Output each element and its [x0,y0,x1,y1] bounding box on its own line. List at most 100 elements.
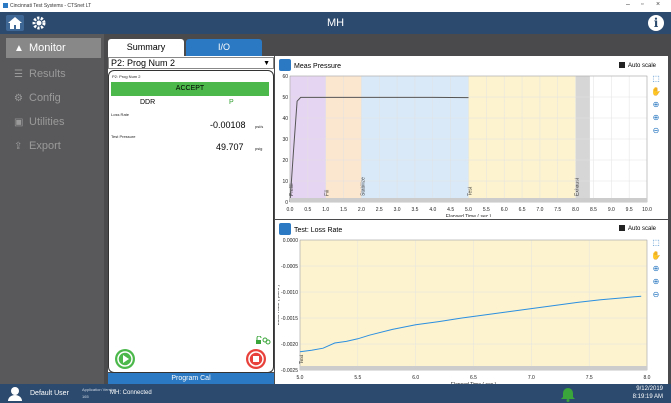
sidebar-item-results[interactable]: ☰ Results [6,64,101,84]
y-tick-label: 10 [282,179,288,185]
loss-rate-label: Loss Rate [111,112,130,117]
y-tick-label: 0.0000 [283,238,299,244]
checkbox-checked-icon [619,225,625,231]
sidebar-item-label: Config [29,92,61,104]
sidebar-item-label: Monitor [29,42,66,54]
program-cal-button[interactable]: Program Cal [108,373,274,384]
close-button[interactable]: × [656,1,660,8]
x-tick-label: 5.0 [297,375,304,381]
select-zoom-icon[interactable]: ⬚ [651,74,661,84]
x-tick-label: 9.5 [626,207,633,213]
app-icon [3,3,8,8]
x-tick-label: 0.5 [304,207,311,213]
zoom-out-icon[interactable]: ⊖ [651,126,661,136]
sidebar-item-export[interactable]: ⇪ Export [6,136,101,156]
tab-summary[interactable]: Summary [108,39,184,56]
x-tick-label: 9.0 [608,207,615,213]
auto-scale-toggle[interactable]: Auto scale [619,62,656,69]
sidebar-item-monitor[interactable]: ▲ Monitor [6,38,101,58]
auto-scale-label: Auto scale [628,63,657,69]
x-tick-label: 6.0 [412,375,419,381]
restore-button[interactable]: ▫ [641,1,643,8]
user-name: Default User [30,390,69,397]
program-select[interactable]: P2: Prog Num 2 ▼ [108,57,274,69]
sidebar-item-utilities[interactable]: ▣ Utilities [6,112,101,132]
zoom-in-icon[interactable]: ⊕ [651,264,661,274]
x-tick-label: 4.0 [429,207,436,213]
y-tick-label: 20 [282,158,288,164]
auto-scale-label: Auto scale [628,226,657,232]
window-title: Cincinnati Test Systems - CTSnet LT [10,3,92,9]
y-tick-label: 30 [282,137,288,143]
pressure-chart: Prefill Fill Stabilize Test Exhaust0.0 0.5 1.0… [282,74,652,217]
lock-link-icons [256,336,271,345]
zoom-out-icon[interactable]: ⊖ [651,290,661,300]
y-tick-label: -0.0015 [281,316,298,322]
test-pressure-unit: psig [255,146,263,151]
start-button[interactable] [115,349,135,369]
pan-hand-icon[interactable]: ✋ [651,87,661,97]
y-tick-label: 40 [282,116,288,122]
y-tick-label: 50 [282,95,288,101]
select-zoom-icon[interactable]: ⬚ [651,238,661,248]
connection-status: MH: Connected [110,390,152,396]
x-tick-label: 7.5 [554,207,561,213]
x-tick-label: 2.5 [376,207,383,213]
y-tick-label: -0.0020 [281,342,298,348]
date: 9/12/2019 [636,386,663,392]
x-tick-label: 5.0 [465,207,472,213]
test-pressure-value: 49.707 [216,142,244,152]
zoom-fit-icon[interactable]: ⊕ [651,113,661,123]
y-tick-label: -0.0025 [281,368,298,374]
x-tick-label: 2.0 [358,207,365,213]
x-tick-label: 5.5 [354,375,361,381]
x-axis-label: Elapsed Time ( sec ) [446,214,492,217]
zoom-in-icon[interactable]: ⊕ [651,100,661,110]
notification-bell-icon[interactable] [560,386,576,402]
program-select-value: P2: Prog Num 2 [111,58,176,68]
x-scrollbar [290,198,647,202]
stop-button[interactable] [246,349,266,369]
x-tick-label: 6.5 [519,207,526,213]
x-tick-label: 7.5 [586,375,593,381]
sidebar-item-label: Export [29,140,61,152]
chevron-down-icon: ▼ [263,60,270,67]
x-tick-label: 8.0 [572,207,579,213]
zoom-fit-icon[interactable]: ⊕ [651,277,661,287]
pan-hand-icon[interactable]: ✋ [651,251,661,261]
link-icon [262,337,271,345]
chart-icon [279,59,291,71]
x-tick-label: 8.0 [644,375,651,381]
tab-io[interactable]: I/O [186,39,262,56]
x-tick-label: 5.5 [483,207,490,213]
ddr-value: P [229,99,234,106]
x-tick-label: 6.0 [501,207,508,213]
page-title: MH [326,17,345,29]
play-icon [117,351,133,367]
test-pressure-label: Test Pressure [111,134,136,139]
app-header: MH i [0,12,671,34]
loss-rate-unit: psi/s [255,124,264,129]
x-scrollbar [300,366,647,370]
y-tick-label: 0 [285,200,288,206]
x-tick-label: 6.5 [470,375,477,381]
minimize-button[interactable]: – [626,1,630,8]
program-sub-label: P2: Prog Num 2 [112,74,141,79]
stop-icon [248,351,264,367]
sidebar-item-config[interactable]: ⚙ Config [6,88,101,108]
unlock-icon [256,336,262,344]
loss-rate-value: -0.00108 [210,120,246,130]
auto-scale-toggle[interactable]: Auto scale [619,225,656,232]
app-version: 165 [82,394,89,399]
user-icon [8,387,22,401]
x-tick-label: 3.0 [394,207,401,213]
sidebar: ▲ Monitor ☰ Results ⚙ Config ▣ Utilities ⇪ Ex… [0,34,104,384]
utilities-icon: ▣ [14,117,24,128]
x-tick-label: 10.0 [642,207,652,213]
chart-title: Test: Loss Rate [294,227,343,234]
chart-title: Meas Pressure [294,63,342,70]
x-tick-label: 0.0 [287,207,294,213]
info-button[interactable]: i [648,15,664,31]
x-tick-label: 7.0 [528,375,535,381]
x-tick-label: 8.5 [590,207,597,213]
